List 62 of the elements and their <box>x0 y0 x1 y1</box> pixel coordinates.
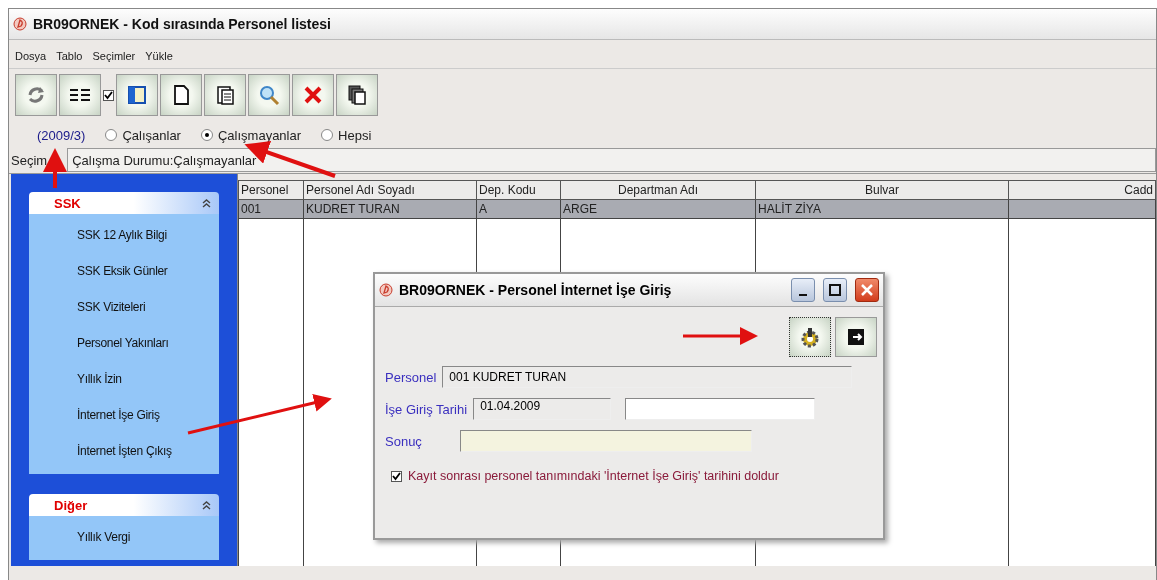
toolbar-button[interactable] <box>116 74 158 116</box>
checkbox[interactable] <box>391 470 402 482</box>
menu-item[interactable]: Seçimler <box>92 50 136 62</box>
panel-icon <box>125 83 149 107</box>
period-label: (2009/3) <box>37 127 86 143</box>
app-logo-icon <box>13 17 27 31</box>
input-field[interactable] <box>625 398 816 420</box>
sidebar-item[interactable]: Yıllık İzin <box>29 362 219 398</box>
group-header[interactable]: Diğer <box>29 494 219 516</box>
checkbox-label: Kayıt sonrası personel tanımındaki 'İnternet İşe Giriş' tarihini doldur <box>408 469 779 483</box>
sidebar-item[interactable]: Personel Yakınları <box>29 326 219 362</box>
field-label: Sonuç <box>385 433 422 449</box>
menu-item[interactable]: Dosya <box>15 50 47 62</box>
maximize-icon <box>829 284 841 296</box>
radio-button[interactable] <box>200 129 213 141</box>
selection-label: Seçim <box>11 152 48 168</box>
collapse-chevron-icon[interactable] <box>202 500 211 510</box>
column-header[interactable]: Personel <box>238 180 304 200</box>
search-icon <box>257 83 281 107</box>
dialog-title: BR09ORNEK - Personel İnternet İşe Giriş <box>399 282 672 298</box>
app-logo-icon <box>379 283 393 297</box>
maximize-button[interactable] <box>823 278 847 302</box>
copy-icon <box>345 83 369 107</box>
radio-button[interactable] <box>105 129 118 141</box>
toolbar-button[interactable] <box>204 74 246 116</box>
exit-button[interactable] <box>835 317 877 357</box>
table-row[interactable]: 001 KUDRET TURAN A ARGE HALİT ZİYA <box>238 199 1156 219</box>
sidebar-item[interactable]: İnternet İşe Giriş <box>29 398 219 434</box>
radio-label: Hepsi <box>338 127 372 143</box>
column-header[interactable]: Bulvar <box>755 180 1009 200</box>
radio-label: Çalışmayanlar <box>217 127 302 143</box>
menu-item[interactable]: Yükle <box>145 50 173 62</box>
column-header[interactable]: Departman Adı <box>560 180 756 200</box>
personnel-field: 001 KUDRET TURAN <box>442 366 853 388</box>
date-field[interactable]: 01.04.2009 <box>473 398 612 420</box>
selection-field: Çalışma Durumu:Çalışmayanlar <box>67 148 1156 172</box>
sidebar-item[interactable]: SSK Eksik Günler <box>29 254 219 290</box>
sidebar-item[interactable]: İnternet İşten Çıkış <box>29 434 219 470</box>
column-header[interactable]: Dep. Kodu <box>476 180 561 200</box>
process-button[interactable] <box>789 317 831 357</box>
minimize-button[interactable] <box>791 278 815 302</box>
toolbar-button[interactable] <box>59 74 101 116</box>
field-label: İşe Giriş Tarihi <box>385 401 468 417</box>
column-header[interactable]: Personel Adı Soyadı <box>303 180 477 200</box>
sidebar-item[interactable]: SSK 12 Aylık Bilgi <box>29 218 219 254</box>
radio-label: Çalışanlar <box>122 127 181 143</box>
checkbox[interactable] <box>103 89 114 101</box>
close-button[interactable] <box>855 278 879 302</box>
radio-button[interactable] <box>321 129 334 141</box>
collapse-chevron-icon[interactable] <box>202 198 211 208</box>
toolbar-button[interactable] <box>336 74 378 116</box>
toolbar-button[interactable] <box>160 74 202 116</box>
close-icon <box>861 284 873 296</box>
group-title: Diğer <box>54 497 88 513</box>
window-title: BR09ORNEK - Kod sırasında Personel listesi <box>33 16 331 32</box>
minimize-icon <box>799 294 807 296</box>
group-title: SSK <box>54 195 81 211</box>
group-header[interactable]: SSK <box>29 192 219 214</box>
sidebar-item[interactable]: SSK Viziteleri <box>29 290 219 326</box>
field-label: Personel <box>385 369 437 385</box>
column-header[interactable]: Cadd <box>1008 180 1156 200</box>
menu-item[interactable]: Tablo <box>56 50 83 62</box>
